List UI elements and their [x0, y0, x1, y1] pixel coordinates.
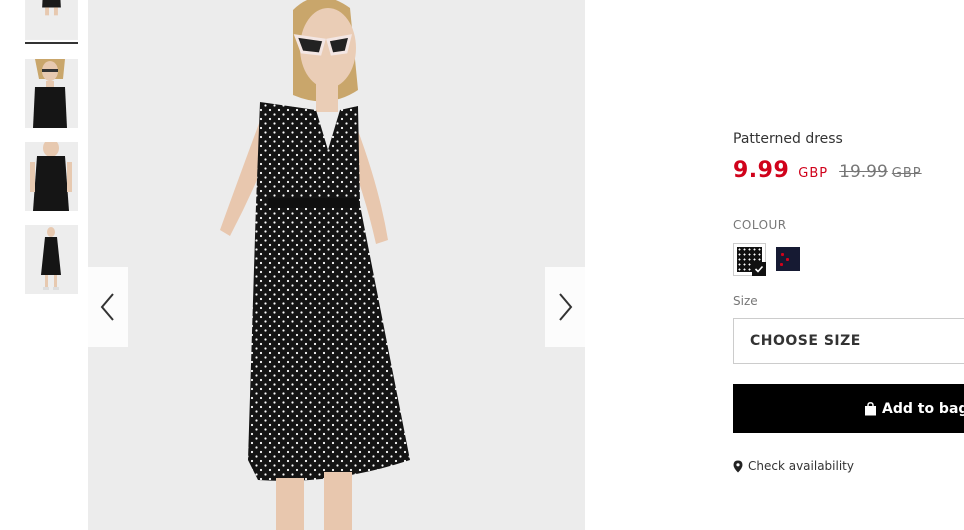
original-currency: GBP [891, 166, 922, 181]
sale-price: 9.99 [733, 158, 790, 183]
size-select-value: CHOOSE SIZE [750, 333, 861, 349]
shopping-bag-icon [865, 401, 876, 415]
previous-image-button[interactable] [88, 267, 128, 347]
original-price: 19.99 [839, 162, 888, 182]
main-product-image[interactable] [88, 0, 585, 530]
swatch-print-dot [786, 258, 789, 261]
next-image-button[interactable] [545, 267, 585, 347]
add-to-bag-label: Add to bag [882, 400, 964, 417]
active-thumbnail-indicator [25, 42, 78, 44]
product-photo [88, 0, 585, 530]
price-row: 9.99 GBP 19.99 GBP [733, 158, 922, 183]
chevron-left-icon [100, 293, 114, 321]
colour-swatch-navy-print[interactable] [776, 247, 800, 271]
map-pin-icon [733, 460, 743, 472]
colour-label: COLOUR [733, 218, 787, 232]
size-select[interactable]: CHOOSE SIZE [733, 318, 964, 364]
swatch-print-dot [780, 263, 783, 266]
product-name: Patterned dress [733, 131, 843, 147]
thumbnail-2[interactable] [25, 59, 78, 128]
sale-currency: GBP [798, 166, 829, 181]
chevron-right-icon [559, 293, 573, 321]
size-label: Size [733, 294, 758, 308]
check-availability-label: Check availability [748, 459, 854, 473]
product-page: Patterned dress 9.99 GBP 19.99 GBP COLOU… [0, 0, 964, 530]
thumbnail-4[interactable] [25, 225, 78, 294]
selected-check-icon [752, 262, 766, 276]
check-availability-link[interactable]: Check availability [733, 459, 854, 473]
colour-swatch-black-polka-dot[interactable] [733, 243, 766, 276]
thumbnail-1[interactable] [25, 0, 78, 40]
swatch-print-dot [781, 253, 784, 256]
add-to-bag-button[interactable]: Add to bag [733, 384, 964, 433]
thumbnail-3[interactable] [25, 142, 78, 211]
